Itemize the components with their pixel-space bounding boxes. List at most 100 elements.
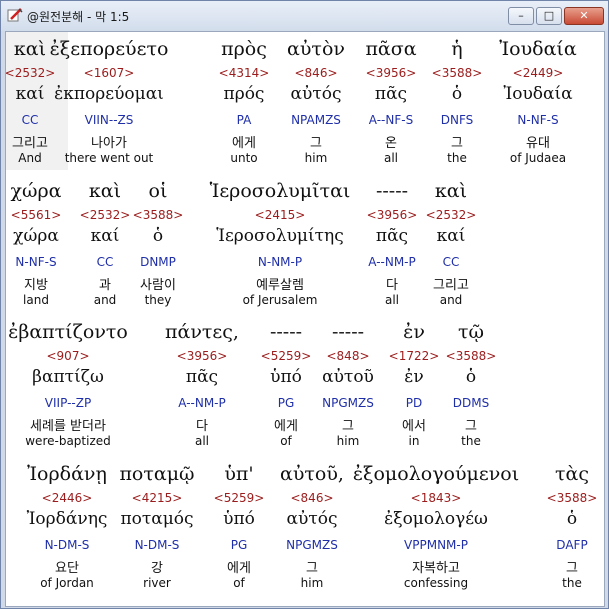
word-english: him xyxy=(336,434,360,448)
word-lemma: Ἰουδαία xyxy=(503,84,573,104)
word-lemma: βαπτίζω xyxy=(32,367,104,387)
word-greek: πᾶσα xyxy=(365,38,417,60)
word-parse: N-DM-S xyxy=(44,538,90,552)
word-parse: PG xyxy=(277,396,295,410)
word-lemma: καί xyxy=(90,226,120,246)
word-korean: 그리고 xyxy=(433,278,469,293)
word-lemma: ὑπό xyxy=(223,509,255,529)
word-strong[interactable]: <5259> xyxy=(261,349,312,363)
word-parse: PG xyxy=(230,538,248,552)
word-greek: πάντες, xyxy=(165,321,239,343)
word-english: him xyxy=(300,576,324,590)
word-korean: 그 xyxy=(566,561,578,576)
word-korean: 에게 xyxy=(232,136,256,151)
word-english: were-baptized xyxy=(25,434,111,448)
word-lemma: πᾶς xyxy=(375,226,409,246)
word-english: all xyxy=(194,434,210,448)
word-strong[interactable]: <1843> xyxy=(411,491,462,505)
word-korean: 사람이 xyxy=(140,278,176,293)
word-lemma: καί xyxy=(15,84,45,104)
word-lemma: Ἰορδάνης xyxy=(26,509,108,529)
word-greek: ἐν xyxy=(403,321,425,343)
word-strong[interactable]: <2532> xyxy=(6,66,55,80)
word-strong[interactable]: <3588> xyxy=(133,208,184,222)
word-strong[interactable]: <846> xyxy=(294,66,337,80)
word-strong[interactable]: <4314> xyxy=(219,66,270,80)
word-parse: DAFP xyxy=(556,538,588,552)
word-parse: PA xyxy=(236,113,252,127)
word-greek: ----- xyxy=(331,321,365,343)
word-strong[interactable]: <3956> xyxy=(177,349,228,363)
word-english: unto xyxy=(230,151,258,165)
word-parse: VIIN--ZS xyxy=(84,113,134,127)
word-parse: N-DM-S xyxy=(134,538,180,552)
word-korean: 에서 xyxy=(402,419,426,434)
word-english: in xyxy=(408,434,420,448)
word-strong[interactable]: <848> xyxy=(326,349,369,363)
word-english: river xyxy=(143,576,171,590)
word-lemma: ποταμός xyxy=(120,509,194,529)
word-parse: DNFS xyxy=(440,113,474,127)
word-korean: 그 xyxy=(465,419,477,434)
word-greek: ποταμῷ xyxy=(119,463,195,485)
word-greek: τῷ xyxy=(457,321,485,343)
word-english: And xyxy=(18,151,42,165)
word-strong[interactable]: <2415> xyxy=(255,208,306,222)
word-english: of Jordan xyxy=(40,576,94,590)
word-strong[interactable]: <3588> xyxy=(446,349,497,363)
word-greek: αὐτοῦ, xyxy=(280,463,344,485)
word-greek: τὰς xyxy=(555,463,589,485)
word-lemma: πᾶς xyxy=(185,367,219,387)
word-parse: NPGMZS xyxy=(286,538,338,552)
word-parse: N-NF-S xyxy=(517,113,559,127)
title-bar[interactable]: @원전분해 - 막 1:5 – □ ✕ xyxy=(1,1,608,31)
word-strong[interactable]: <2532> xyxy=(80,208,131,222)
word-lemma: αὐτός xyxy=(290,84,342,104)
word-strong[interactable]: <3588> xyxy=(547,491,598,505)
word-english: of xyxy=(233,576,245,590)
minimize-button[interactable]: – xyxy=(508,7,534,25)
word-strong[interactable]: <3588> xyxy=(432,66,483,80)
word-korean: 세례를 받더라 xyxy=(30,419,106,434)
close-button[interactable]: ✕ xyxy=(564,7,604,25)
word-parse: A--NF-S xyxy=(368,113,414,127)
word-strong[interactable]: <5561> xyxy=(11,208,62,222)
word-greek: χώρα xyxy=(10,180,62,202)
word-korean: 다 xyxy=(386,278,398,293)
word-strong[interactable]: <3956> xyxy=(367,208,418,222)
word-strong[interactable]: <2532> xyxy=(426,208,477,222)
word-strong[interactable]: <2449> xyxy=(513,66,564,80)
word-parse: PD xyxy=(405,396,423,410)
word-greek: Ἱεροσολυμῖται xyxy=(209,180,351,202)
word-strong[interactable]: <1607> xyxy=(84,66,135,80)
word-strong[interactable]: <907> xyxy=(46,349,89,363)
word-english: all xyxy=(384,293,400,307)
app-window: @원전분해 - 막 1:5 – □ ✕ καὶ <2532> καί CC 그리고 And… xyxy=(0,0,609,609)
word-strong[interactable]: <846> xyxy=(290,491,333,505)
word-parse: VIIP--ZP xyxy=(44,396,92,410)
word-parse: N-NF-S xyxy=(15,255,57,269)
word-english: of Jerusalem xyxy=(242,293,318,307)
word-korean: 지방 xyxy=(24,278,48,293)
word-english: of xyxy=(280,434,292,448)
word-korean: 그 xyxy=(310,136,322,151)
word-strong[interactable]: <2446> xyxy=(42,491,93,505)
window-title: @원전분해 - 막 1:5 xyxy=(27,10,130,24)
maximize-button[interactable]: □ xyxy=(536,7,562,25)
word-english: the xyxy=(447,151,467,165)
word-korean: 요단 xyxy=(55,561,79,576)
word-strong[interactable]: <5259> xyxy=(214,491,265,505)
word-strong[interactable]: <3956> xyxy=(366,66,417,80)
word-lemma: ἐξομολογέω xyxy=(384,509,488,529)
word-korean: 나아가 xyxy=(91,136,127,151)
word-greek: καὶ xyxy=(88,180,122,202)
maximize-icon: □ xyxy=(543,9,555,22)
word-greek: καὶ xyxy=(434,180,468,202)
word-greek: ἐξεπορεύετο xyxy=(49,38,169,60)
word-english: all xyxy=(383,151,399,165)
word-strong[interactable]: <1722> xyxy=(389,349,440,363)
word-greek: ----- xyxy=(269,321,303,343)
word-korean: 그리고 xyxy=(12,136,48,151)
word-strong[interactable]: <4215> xyxy=(132,491,183,505)
word-english: land xyxy=(23,293,49,307)
